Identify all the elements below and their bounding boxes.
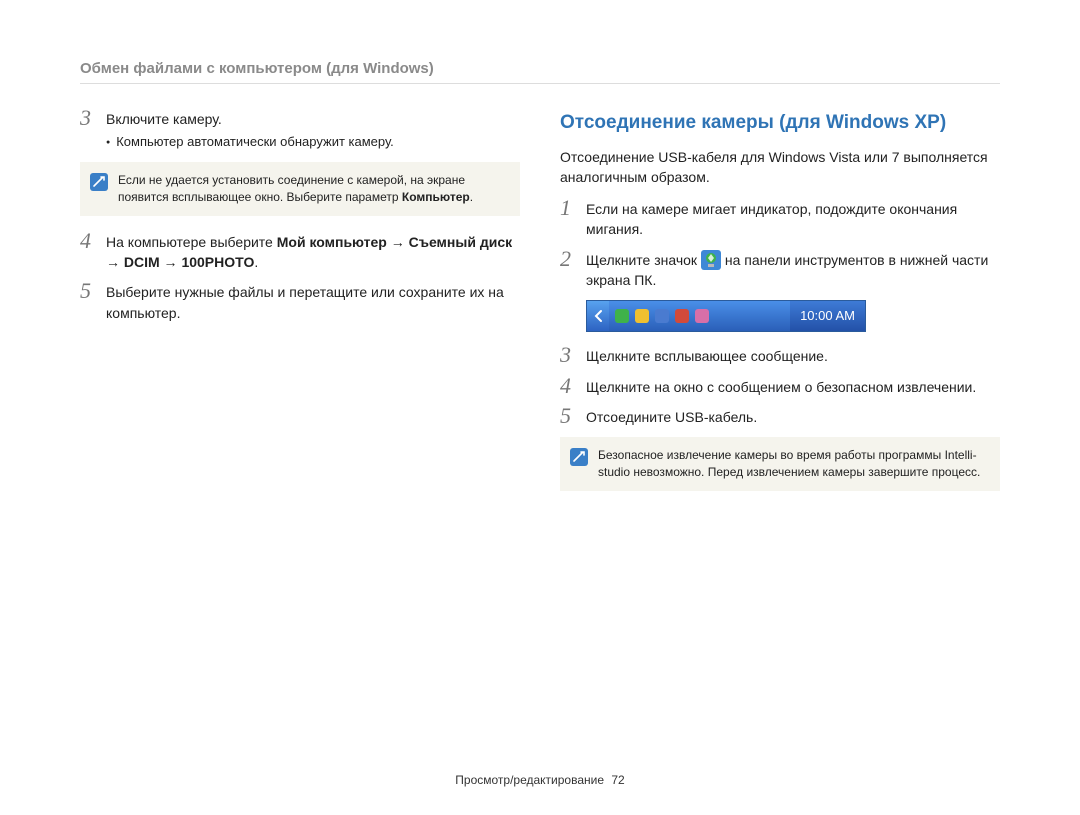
tray-icons xyxy=(609,301,790,331)
tray-icon-display xyxy=(655,309,669,323)
right-step-1: 1 Если на камере мигает индикатор, подож… xyxy=(560,199,1000,240)
step4-b2: Съемный диск xyxy=(409,234,512,250)
tray-icon-remove-hardware xyxy=(615,309,629,323)
step4-b3: DCIM xyxy=(124,254,160,270)
note-icon xyxy=(570,448,588,466)
r3-text: Щелкните всплывающее сообщение. xyxy=(586,348,828,364)
r5-text: Отсоедините USB-кабель. xyxy=(586,409,757,425)
step4-b1: Мой компьютер xyxy=(277,234,387,250)
step4-a3: → xyxy=(160,254,182,270)
step-body: Щелкните значок на панели инструментов в… xyxy=(586,250,1000,291)
step-body: Отсоедините USB-кабель. xyxy=(586,407,1000,427)
right-step-3: 3 Щелкните всплывающее сообщение. xyxy=(560,346,1000,366)
left-step-4: 4 На компьютере выберите Мой компьютер →… xyxy=(80,232,520,273)
step-body: Выберите нужные файлы и перетащите или с… xyxy=(106,282,520,323)
note-post: . xyxy=(470,190,473,204)
right-step-2: 2 Щелкните значок на панели инструментов… xyxy=(560,250,1000,291)
tray-expand-icon xyxy=(587,301,609,331)
tray-icon-shield xyxy=(635,309,649,323)
right-note: Безопасное извлечение камеры во время ра… xyxy=(560,437,1000,491)
step3-bullet: Компьютер автоматически обнаружит камеру… xyxy=(106,133,520,152)
step-number: 5 xyxy=(80,280,106,302)
content-columns: 3 Включите камеру. Компьютер автоматичес… xyxy=(80,109,1000,507)
step4-b4: 100PHOTO xyxy=(181,254,254,270)
note-icon xyxy=(90,173,108,191)
step-number: 1 xyxy=(560,197,586,219)
r1-text: Если на камере мигает индикатор, подожди… xyxy=(586,201,957,237)
step5-text: Выберите нужные файлы и перетащите или с… xyxy=(106,284,504,320)
step-number: 2 xyxy=(560,248,586,270)
note-text: Если не удается установить соединение с … xyxy=(118,172,506,206)
tray-clock: 10:00 AM xyxy=(790,301,865,331)
step-body: Щелкните всплывающее сообщение. xyxy=(586,346,1000,366)
left-note: Если не удается установить соединение с … xyxy=(80,162,520,216)
r4-text: Щелкните на окно с сообщением о безопасн… xyxy=(586,379,976,395)
step4-post: . xyxy=(254,254,258,270)
step4-a1: → xyxy=(387,234,409,250)
bullet-text: Компьютер автоматически обнаружит камеру… xyxy=(116,133,394,152)
footer-page: 72 xyxy=(611,773,624,787)
tray-icon-misc xyxy=(695,309,709,323)
right-column: Отсоединение камеры (для Windows XP) Отс… xyxy=(560,109,1000,507)
note-bold: Компьютер xyxy=(402,190,470,204)
step-number: 4 xyxy=(80,230,106,252)
footer: Просмотр/редактирование 72 xyxy=(0,773,1080,787)
step-number: 5 xyxy=(560,405,586,427)
section-intro: Отсоединение USB-кабеля для Windows Vist… xyxy=(560,147,1000,188)
page: Обмен файлами с компьютером (для Windows… xyxy=(0,0,1080,815)
step-body: Включите камеру. Компьютер автоматически… xyxy=(106,109,520,152)
step-number: 3 xyxy=(560,344,586,366)
right-step-4: 4 Щелкните на окно с сообщением о безопа… xyxy=(560,377,1000,397)
page-header: Обмен файлами с компьютером (для Windows… xyxy=(80,60,1000,84)
right-note-text: Безопасное извлечение камеры во время ра… xyxy=(598,447,986,481)
step-body: Щелкните на окно с сообщением о безопасн… xyxy=(586,377,1000,397)
section-heading: Отсоединение камеры (для Windows XP) xyxy=(560,109,1000,137)
step-body: На компьютере выберите Мой компьютер → С… xyxy=(106,232,520,273)
step-number: 4 xyxy=(560,375,586,397)
step-body: Если на камере мигает индикатор, подожди… xyxy=(586,199,1000,240)
left-step-3: 3 Включите камеру. Компьютер автоматичес… xyxy=(80,109,520,152)
step-text: Включите камеру. xyxy=(106,111,222,127)
right-step-5: 5 Отсоедините USB-кабель. xyxy=(560,407,1000,427)
left-step-5: 5 Выберите нужные файлы и перетащите или… xyxy=(80,282,520,323)
taskbar-tray-image: 10:00 AM xyxy=(586,300,866,332)
footer-section: Просмотр/редактирование xyxy=(455,773,604,787)
step4-pre: На компьютере выберите xyxy=(106,234,277,250)
step4-a2: → xyxy=(106,254,124,270)
safely-remove-hardware-icon xyxy=(701,250,721,270)
r2-pre: Щелкните значок xyxy=(586,252,701,268)
step-number: 3 xyxy=(80,107,106,129)
left-column: 3 Включите камеру. Компьютер автоматичес… xyxy=(80,109,520,507)
tray-icon-volume xyxy=(675,309,689,323)
